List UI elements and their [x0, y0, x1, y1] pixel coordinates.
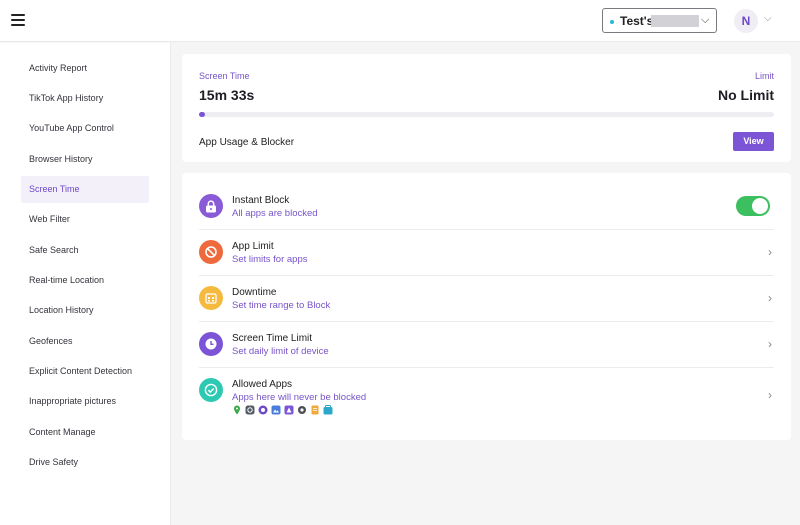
- gear-icon: [298, 406, 306, 414]
- avatar[interactable]: N: [734, 9, 758, 33]
- chevron-right-icon: ›: [768, 337, 772, 351]
- store-icon: [323, 405, 333, 415]
- app-usage-label: App Usage & Blocker: [199, 137, 295, 148]
- sidebar-item-activity-report[interactable]: Activity Report: [21, 55, 149, 82]
- check-icon: [199, 378, 223, 402]
- settings-icon: [245, 405, 255, 415]
- sidebar: Activity Report TikTok App History YouTu…: [0, 43, 171, 525]
- sidebar-item-tiktok-app-history[interactable]: TikTok App History: [21, 85, 149, 112]
- sidebar-item-content-manage[interactable]: Content Manage: [21, 419, 149, 446]
- row-subtitle: Apps here will never be blocked: [232, 392, 367, 403]
- lock-icon: [199, 194, 223, 218]
- sidebar-item-web-filter[interactable]: Web Filter: [21, 206, 149, 233]
- chevron-down-icon: ⌵: [701, 14, 710, 26]
- menu-icon[interactable]: [11, 14, 25, 26]
- block-icon: [199, 240, 223, 264]
- sidebar-item-safe-search[interactable]: Safe Search: [21, 237, 149, 264]
- drive-icon: [284, 405, 294, 415]
- limit-label: Limit: [754, 71, 774, 81]
- list-item-instant-block: Instant Block All apps are blocked: [199, 184, 774, 230]
- sidebar-item-real-time-location[interactable]: Real-time Location: [21, 267, 149, 294]
- camera-icon: [258, 405, 268, 415]
- screen-time-progress-bar: [199, 112, 774, 117]
- sidebar-item-geofences[interactable]: Geofences: [21, 328, 149, 355]
- device-name-redacted: [651, 15, 699, 27]
- row-title: Downtime: [232, 287, 277, 298]
- chevron-down-icon[interactable]: ⌵: [764, 13, 772, 24]
- screen-time-value: 15m 33s: [199, 87, 255, 103]
- screen-time-label: Screen Time: [199, 71, 250, 81]
- controls-card: Instant Block All apps are blocked App L…: [182, 173, 791, 440]
- sidebar-item-inappropriate-pictures[interactable]: Inappropriate pictures: [21, 388, 149, 415]
- chevron-right-icon: ›: [768, 245, 772, 259]
- sidebar-item-screen-time[interactable]: Screen Time: [21, 176, 149, 203]
- list-item-allowed-apps[interactable]: Allowed Apps Apps here will never be blo…: [199, 368, 774, 428]
- clock-icon: [199, 332, 223, 356]
- sidebar-item-location-history[interactable]: Location History: [21, 297, 149, 324]
- photos-icon: [271, 405, 281, 415]
- screen-time-card: Screen Time 15m 33s Limit No Limit App U…: [182, 54, 791, 162]
- view-button[interactable]: View: [733, 132, 774, 151]
- toggle-knob: [752, 198, 768, 214]
- files-icon: [311, 405, 319, 415]
- top-bar: Test's ⌵ N ⌵: [0, 0, 800, 42]
- sidebar-item-drive-safety[interactable]: Drive Safety: [21, 449, 149, 476]
- sidebar-item-youtube-app-control[interactable]: YouTube App Control: [21, 115, 149, 142]
- row-title: Allowed Apps: [232, 379, 293, 390]
- allowed-apps-icons: [232, 405, 333, 415]
- row-subtitle: Set limits for apps: [232, 254, 308, 265]
- sidebar-item-explicit-content-detection[interactable]: Explicit Content Detection: [21, 358, 149, 385]
- calendar-icon: [199, 286, 223, 310]
- row-title: App Limit: [232, 241, 274, 252]
- row-subtitle: Set time range to Block: [232, 300, 331, 311]
- device-name: Test's: [620, 14, 654, 28]
- sidebar-item-browser-history[interactable]: Browser History: [21, 146, 149, 173]
- device-selector[interactable]: Test's ⌵: [602, 8, 717, 33]
- list-item-downtime[interactable]: Downtime Set time range to Block ›: [199, 276, 774, 322]
- row-subtitle: Set daily limit of device: [232, 346, 329, 357]
- online-status-dot: [610, 20, 614, 24]
- maps-icon: [234, 405, 240, 415]
- row-title: Instant Block: [232, 195, 290, 206]
- list-item-app-limit[interactable]: App Limit Set limits for apps ›: [199, 230, 774, 276]
- instant-block-toggle[interactable]: [736, 196, 770, 216]
- row-title: Screen Time Limit: [232, 333, 313, 344]
- chevron-right-icon: ›: [768, 388, 772, 402]
- limit-value: No Limit: [718, 87, 774, 103]
- list-item-screen-time-limit[interactable]: Screen Time Limit Set daily limit of dev…: [199, 322, 774, 368]
- progress-fill: [199, 112, 205, 117]
- chevron-right-icon: ›: [768, 291, 772, 305]
- row-subtitle: All apps are blocked: [232, 208, 318, 219]
